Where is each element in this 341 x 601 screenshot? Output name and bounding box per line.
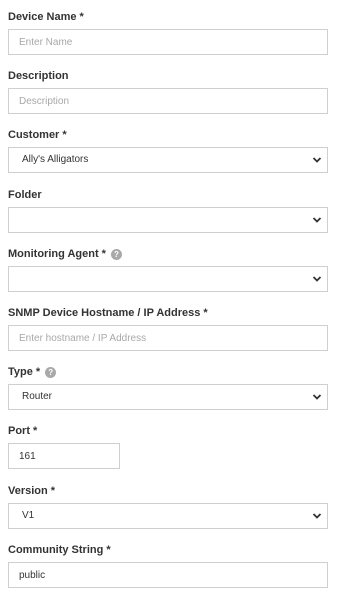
version-selected-value: V1 [22, 510, 35, 521]
type-label: Type * [8, 366, 41, 378]
customer-selected-value: Ally's Alligators [22, 154, 89, 165]
chevron-down-icon [312, 394, 322, 400]
type-select[interactable]: Router [8, 384, 328, 410]
description-field-box [8, 88, 328, 114]
device-name-field-box [8, 29, 328, 55]
description-input[interactable] [9, 89, 327, 113]
chevron-down-icon [312, 157, 322, 163]
device-name-label: Device Name * [8, 11, 84, 23]
type-selected-value: Router [22, 391, 53, 402]
folder-select[interactable] [8, 207, 328, 233]
chevron-down-icon [312, 513, 322, 519]
description-label: Description [8, 70, 69, 82]
chevron-down-icon [312, 217, 322, 223]
customer-label: Customer * [8, 129, 67, 141]
folder-label: Folder [8, 189, 42, 201]
monitoring-agent-label-row: Monitoring Agent * ? [8, 248, 122, 260]
help-icon[interactable]: ? [110, 248, 122, 260]
type-label-row: Type * ? [8, 366, 57, 378]
device-name-input[interactable] [9, 30, 327, 54]
port-label: Port * [8, 425, 38, 437]
port-input[interactable] [9, 444, 119, 468]
customer-select[interactable]: Ally's Alligators [8, 147, 328, 173]
community-string-label: Community String * [8, 544, 111, 556]
chevron-down-icon [312, 276, 322, 282]
community-string-field-box [8, 562, 328, 588]
version-label: Version * [8, 485, 56, 497]
version-select[interactable]: V1 [8, 503, 328, 529]
port-field-box [8, 443, 120, 469]
community-string-input[interactable] [9, 563, 327, 587]
snmp-host-field-box [8, 325, 328, 351]
snmp-host-label: SNMP Device Hostname / IP Address * [8, 307, 208, 319]
monitoring-agent-select[interactable] [8, 266, 328, 292]
help-icon[interactable]: ? [45, 366, 57, 378]
snmp-host-input[interactable] [9, 326, 327, 350]
monitoring-agent-label: Monitoring Agent * [8, 248, 106, 260]
